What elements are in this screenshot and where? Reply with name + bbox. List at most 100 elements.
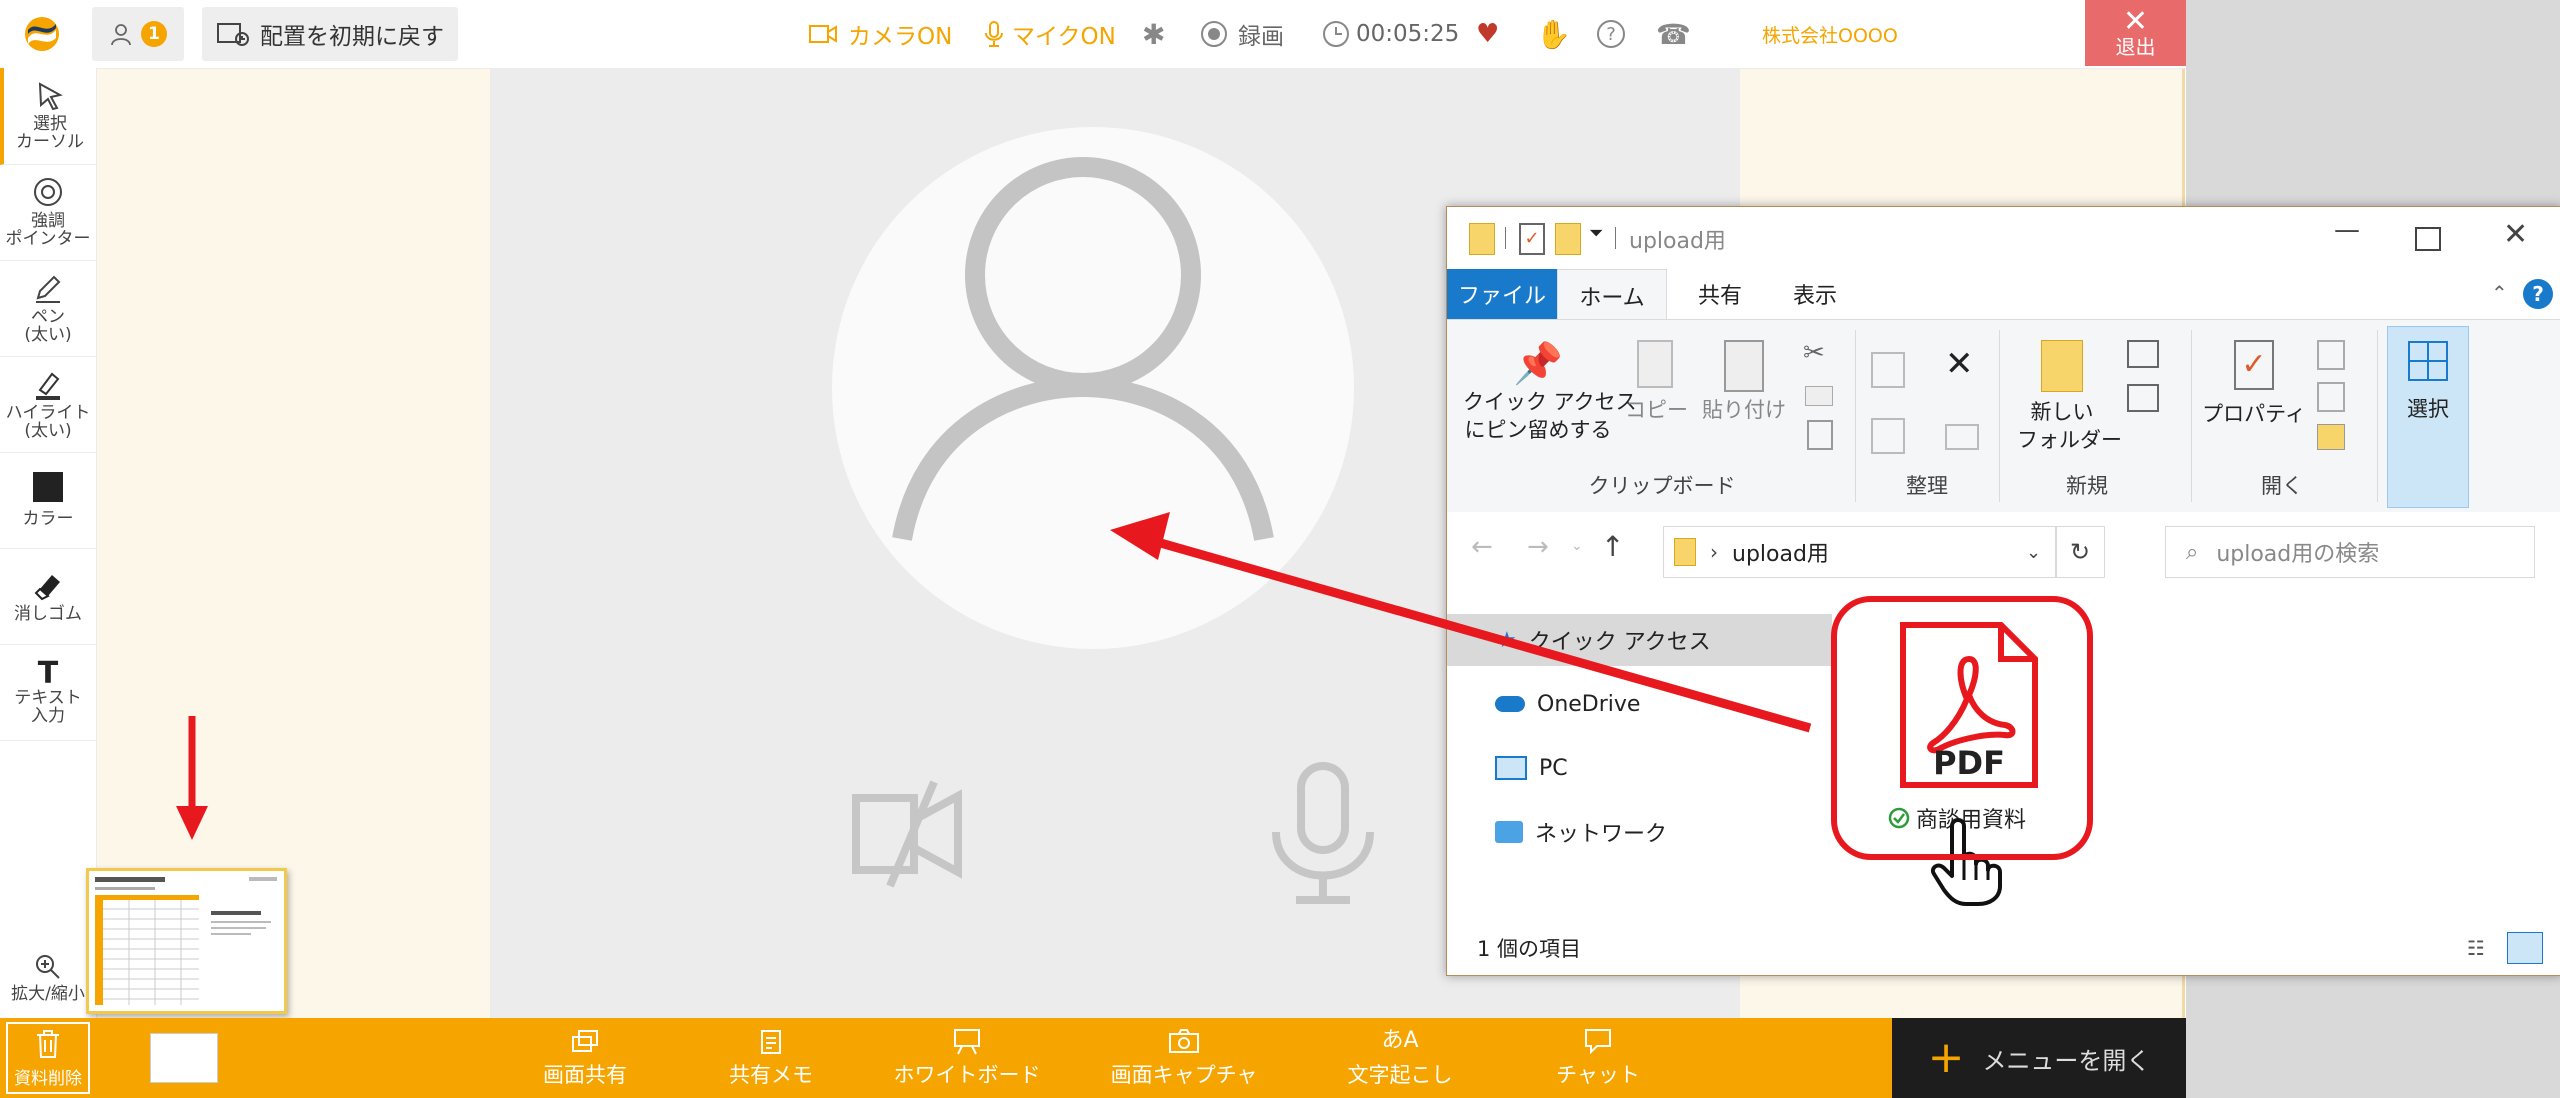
highlighter-icon bbox=[36, 372, 60, 400]
shared-memo-button[interactable]: 共有メモ bbox=[716, 1018, 826, 1098]
new-item-icon[interactable] bbox=[2127, 340, 2159, 368]
color-swatch bbox=[33, 472, 63, 502]
participants-button[interactable]: 1 bbox=[92, 7, 184, 61]
camera-toggle[interactable]: カメラON bbox=[808, 0, 952, 68]
settings-button[interactable]: ✱ bbox=[1142, 0, 1165, 68]
copy-to-icon[interactable] bbox=[1871, 418, 1905, 454]
select-label: 選択 bbox=[2407, 397, 2449, 421]
group-open-label: 開く bbox=[2261, 474, 2303, 498]
text-tool[interactable]: T テキスト 入力 bbox=[0, 644, 96, 741]
address-bar[interactable]: › upload用 ⌄ bbox=[1663, 526, 2057, 578]
whiteboard-button[interactable]: ホワイトボード bbox=[884, 1018, 1050, 1098]
delete-icon[interactable]: ✕ bbox=[1945, 344, 1974, 384]
annotation-highlight-box bbox=[1831, 596, 2093, 860]
collapse-ribbon-icon[interactable]: ⌃ bbox=[2491, 281, 2508, 305]
select-button[interactable]: 選択 bbox=[2387, 326, 2469, 508]
search-box[interactable]: ⌕ upload用の検索 bbox=[2165, 526, 2535, 578]
copy-button[interactable]: コピー bbox=[1625, 340, 1688, 424]
tab-file[interactable]: ファイル bbox=[1447, 269, 1557, 319]
tab-share[interactable]: 共有 bbox=[1675, 269, 1765, 319]
select-tool-label-2: カーソル bbox=[16, 132, 84, 152]
search-icon: ⌕ bbox=[2186, 539, 2199, 565]
top-toolbar: 1 配置を初期に戻す カメラON マイクON ✱ 録画 00:05:25 ♥ ✋… bbox=[0, 0, 2186, 69]
highlight-tool[interactable]: ハイライト (太い) bbox=[0, 356, 96, 453]
new-folder-button[interactable]: 新しい フォルダー bbox=[2017, 340, 2122, 454]
select-grid-icon bbox=[2408, 341, 2448, 381]
path-chevron-icon: › bbox=[1710, 540, 1718, 564]
pointer-tool-label-1: 強調 bbox=[31, 211, 65, 231]
refresh-button[interactable]: ↻ bbox=[2055, 526, 2105, 578]
forward-button[interactable]: → bbox=[1527, 532, 1549, 562]
open-icon[interactable] bbox=[2317, 340, 2345, 370]
properties-quick-icon[interactable]: ✓ bbox=[1519, 223, 1545, 255]
tab-view[interactable]: 表示 bbox=[1765, 269, 1865, 319]
new-folder-quick-icon[interactable] bbox=[1555, 223, 1581, 255]
copy-path-icon[interactable] bbox=[1805, 386, 1833, 406]
item-count: 1 個の項目 bbox=[1477, 937, 1582, 961]
microphone-muted-icon bbox=[1272, 762, 1374, 904]
pin-to-quick-access-button[interactable]: 📌 クイック アクセス にピン留めする bbox=[1463, 340, 1637, 444]
large-icons-view-button[interactable] bbox=[2507, 932, 2543, 964]
record-button[interactable]: 録画 bbox=[1200, 0, 1284, 68]
back-button[interactable]: ← bbox=[1471, 532, 1493, 562]
screen-share-button[interactable]: 画面共有 bbox=[530, 1018, 640, 1098]
tab-home[interactable]: ホーム bbox=[1557, 269, 1667, 321]
nav-pc[interactable]: PC bbox=[1447, 742, 1832, 794]
pen-tool[interactable]: ペン (太い) bbox=[0, 260, 96, 357]
ribbon-separator bbox=[1999, 330, 2000, 502]
pointer-tool[interactable]: 強調 ポインター bbox=[0, 164, 96, 261]
nav-quick-access[interactable]: ★ クイック アクセス bbox=[1447, 614, 1832, 666]
plus-icon: + bbox=[1927, 1032, 1965, 1083]
gear-icon: ✱ bbox=[1142, 17, 1166, 51]
phone-button[interactable]: ☎ bbox=[1656, 0, 1691, 68]
move-to-icon[interactable] bbox=[1871, 352, 1905, 388]
paste-shortcut-icon[interactable] bbox=[1807, 420, 1833, 450]
select-cursor-tool[interactable]: 選択 カーソル bbox=[0, 68, 96, 165]
mic-toggle[interactable]: マイクON bbox=[984, 0, 1116, 68]
ribbon-separator bbox=[2377, 330, 2378, 502]
memo-icon bbox=[761, 1030, 781, 1054]
pointer-icon bbox=[34, 178, 62, 206]
reset-layout-icon bbox=[217, 23, 249, 46]
nav-network[interactable]: ネットワーク bbox=[1447, 806, 1832, 858]
delete-document-button[interactable]: 資料削除 bbox=[6, 1022, 90, 1094]
cut-icon[interactable]: ✂ bbox=[1803, 338, 1825, 368]
pen-icon bbox=[36, 275, 61, 303]
new-folder-label-1: 新しい bbox=[2030, 400, 2094, 424]
open-menu-button[interactable]: + メニューを開く bbox=[1892, 1018, 2186, 1098]
customize-quick-access-icon[interactable]: ⏷ bbox=[1589, 223, 1603, 244]
recent-locations-button[interactable]: ⌄ bbox=[1571, 538, 1583, 554]
reset-layout-button[interactable]: 配置を初期に戻す bbox=[202, 7, 458, 61]
avatar bbox=[832, 127, 1354, 649]
reaction-button[interactable]: ♥ bbox=[1476, 0, 1499, 68]
help-button[interactable]: ? bbox=[1596, 0, 1626, 68]
address-dropdown-icon[interactable]: ⌄ bbox=[2026, 542, 2041, 563]
paste-button[interactable]: 貼り付け bbox=[1699, 340, 1789, 424]
close-window-button[interactable]: ✕ bbox=[2503, 217, 2528, 252]
eraser-tool[interactable]: 消しゴム bbox=[0, 548, 96, 645]
color-tool[interactable]: カラー bbox=[0, 452, 96, 549]
status-bar: 1 個の項目 ☷ bbox=[1447, 922, 2560, 974]
edit-icon[interactable] bbox=[2317, 382, 2345, 412]
document-thumbnail-preview[interactable] bbox=[86, 868, 287, 1014]
rename-icon[interactable] bbox=[1945, 424, 1979, 450]
exit-button[interactable]: ✕ 退出 bbox=[2085, 0, 2186, 66]
zoom-tool[interactable]: 拡大/縮小 bbox=[0, 938, 96, 1018]
maximize-button[interactable] bbox=[2415, 227, 2441, 251]
document-thumbnail-button[interactable] bbox=[146, 1018, 222, 1098]
details-view-button[interactable]: ☷ bbox=[2467, 936, 2485, 960]
minimize-button[interactable]: — bbox=[2317, 215, 2377, 259]
clipboard-icon bbox=[1724, 340, 1764, 392]
history-icon[interactable] bbox=[2317, 424, 2345, 450]
easy-access-icon[interactable] bbox=[2127, 384, 2159, 412]
nav-onedrive[interactable]: OneDrive bbox=[1447, 678, 1832, 730]
transcription-button[interactable]: あA 文字起こし bbox=[1340, 1018, 1460, 1098]
chat-button[interactable]: チャット bbox=[1548, 1018, 1648, 1098]
raise-hand-button[interactable]: ✋ bbox=[1536, 0, 1571, 68]
nav-onedrive-label: OneDrive bbox=[1537, 691, 1641, 717]
properties-button[interactable]: ✓ プロパティ bbox=[2199, 340, 2309, 428]
screen-capture-button[interactable]: 画面キャプチャ bbox=[1104, 1018, 1264, 1098]
chat-label: チャット bbox=[1556, 1063, 1640, 1087]
help-icon[interactable]: ? bbox=[2523, 279, 2553, 309]
up-button[interactable]: ↑ bbox=[1601, 530, 1624, 563]
